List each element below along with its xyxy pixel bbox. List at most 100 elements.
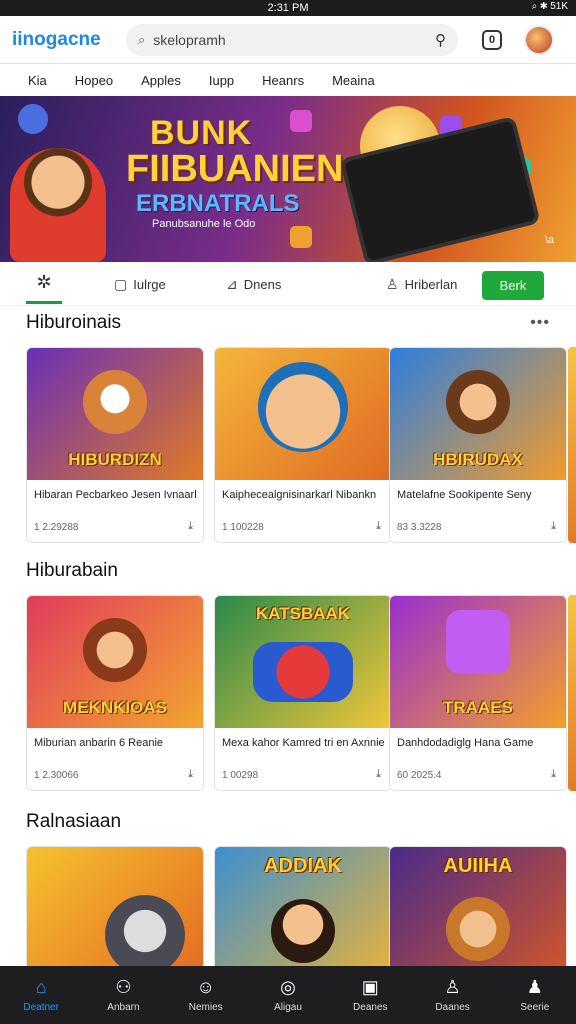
bottom-nav-home[interactable]: ⌂ Deatner (0, 966, 82, 1024)
notification-icon[interactable]: 0 (482, 29, 502, 50)
game-card[interactable]: HIBURDIZN Hibaran Pecbarkeo Jesen Ivnaar… (26, 347, 204, 543)
game-thumbnail: HIBURDIZN (27, 348, 203, 480)
games-icon: ⚇ (115, 977, 132, 997)
game-meta: 1 100228 (222, 522, 264, 533)
thumbnail-title: KATSBAAK (255, 604, 351, 623)
status-icons: ⌕ ✱ 51K (531, 1, 568, 12)
bottom-nav-item[interactable]: ◎ Aligau (247, 966, 329, 1024)
more-options-icon[interactable]: ••• (530, 314, 550, 332)
game-thumbnail: HBIRUDAX (390, 348, 566, 480)
download-icon[interactable]: ⤓ (376, 768, 381, 781)
download-icon[interactable]: ⤓ (376, 520, 381, 533)
hero-banner[interactable]: BUNK FIIBUANIEN ERBNATRALS Panubsanuhe l… (0, 96, 576, 262)
thumbnail-title: HIBURDIZN (68, 450, 162, 469)
banner-page-indicator: \a (544, 234, 554, 246)
search-icon[interactable]: ⚲ (435, 31, 446, 49)
section-title: Hiburabain (26, 560, 118, 581)
top-nav-item[interactable]: Iupp (195, 73, 248, 88)
app-bar: iinogacne ⌕ skelopramh ⚲ 0 (0, 16, 576, 64)
tab-home-icon[interactable]: ✲ (26, 272, 62, 304)
next-card-peek[interactable] (568, 347, 576, 543)
game-thumbnail (27, 847, 203, 975)
game-thumbnail: AUIIHA (390, 847, 566, 975)
profile-icon: ♙ (444, 977, 461, 997)
thumbnail-title: HBIRUDAX (433, 450, 523, 469)
game-card[interactable]: MEKNKIOAS Miburian anbarin 6 Reanie 1 2.… (26, 595, 204, 791)
tab-item[interactable]: ▢ Iulrge (114, 276, 166, 293)
top-nav-item[interactable]: Meaina (318, 73, 389, 88)
bottom-nav: ⌂ Deatner ⚇ Anbarn ☺ Nemies ◎ Aligau ▣ Deanes… (0, 966, 576, 1024)
character-face (83, 618, 147, 682)
search-input[interactable]: skelopramh (153, 32, 225, 48)
game-card[interactable] (26, 846, 204, 976)
character-face (83, 370, 147, 434)
avatar[interactable] (524, 24, 554, 55)
game-meta: 60 2025.4 (397, 770, 442, 781)
download-icon[interactable]: ⤓ (551, 768, 556, 781)
status-time: 2:31 PM (267, 2, 309, 14)
action-button[interactable]: Berk (482, 271, 544, 300)
gamepad-illustration (253, 642, 353, 702)
chat-icon: ▢ (114, 276, 128, 292)
compass-icon: ◎ (280, 977, 296, 997)
game-meta: 1 2.30066 (34, 770, 79, 781)
top-nav-item[interactable]: Hopeo (61, 73, 127, 88)
account-icon: ♟ (526, 977, 543, 997)
bottom-nav-item[interactable]: ♟ Seerie (494, 966, 576, 1024)
search-bar[interactable]: ⌕ skelopramh ⚲ (126, 23, 458, 56)
game-thumbnail: ADDIAK (215, 847, 391, 975)
top-nav-item[interactable]: Heanrs (248, 73, 318, 88)
top-nav: Kia Hopeo Apples Iupp Heanrs Meaina (0, 64, 576, 96)
status-bar: 2:31 PM ⌕ ✱ 51K (0, 0, 576, 16)
game-meta: 83 3.3228 (397, 522, 442, 533)
app-logo[interactable]: iinogacne (12, 29, 112, 51)
friends-icon: ☺ (196, 977, 215, 997)
search-prefix-icon: ⌕ (138, 31, 146, 47)
character-face (105, 895, 185, 975)
game-card[interactable]: ADDIAK (214, 846, 392, 976)
download-icon[interactable]: ⤓ (551, 520, 556, 533)
game-card[interactable]: HBIRUDAX Matelafne Sookipente Seny 83 3.… (389, 347, 567, 543)
user-icon: ♙ (386, 276, 399, 292)
home-icon: ⌂ (35, 977, 47, 997)
tab-item[interactable]: ♙ Hriberlan (386, 276, 457, 293)
game-name: Mexa kahor Kamred tri en Axnnie (222, 737, 385, 749)
gem-decoration (18, 104, 48, 134)
banner-character-boy (10, 148, 106, 262)
game-name: Kaiphecealgnisinarkarl Nibankn (222, 489, 377, 501)
clipboard-icon: ▣ (361, 977, 379, 997)
game-card[interactable]: TRAAES Danhdodadiglg Hana Game 60 2025.4… (389, 595, 567, 791)
game-name: Matelafne Sookipente Seny (397, 489, 532, 501)
thumbnail-title: TRAAES (443, 698, 513, 717)
thumbnail-title: ADDIAK (264, 855, 342, 877)
bottom-nav-item[interactable]: ⚇ Anbarn (82, 966, 164, 1024)
section-title: Hiburoinais (26, 312, 122, 333)
game-meta: 1 00298 (222, 770, 259, 781)
banner-title-3: ERBNATRALS (136, 190, 300, 217)
game-name: Danhdodadiglg Hana Game (397, 737, 534, 749)
bottom-nav-item[interactable]: ♙ Daanes (411, 966, 493, 1024)
top-nav-item[interactable]: Apples (127, 73, 195, 88)
game-name: Hibaran Pecbarkeo Jesen Ivnaarl (34, 489, 197, 501)
banner-subtitle: Panubsanuhe le Odo (152, 218, 256, 230)
thumbnail-title: AUIIHA (443, 855, 513, 877)
category-tabs: ✲ ▢ Iulrge ⊿ Dnens ♙ Hriberlan Berk (0, 262, 576, 306)
character-face (446, 897, 510, 961)
download-icon[interactable]: ⤓ (188, 520, 193, 533)
game-card[interactable]: KATSBAAK Mexa kahor Kamred tri en Axnnie… (214, 595, 392, 791)
game-thumbnail: KATSBAAK (215, 596, 391, 728)
game-thumbnail: MEKNKIOAS (27, 596, 203, 728)
gem-decoration (290, 226, 312, 248)
top-nav-item[interactable]: Kia (0, 73, 61, 88)
section-title: Ralnasiaan (26, 811, 122, 832)
next-card-peek[interactable] (568, 595, 576, 791)
game-card[interactable]: Kaiphecealgnisinarkarl Nibankn 1 100228 … (214, 347, 392, 543)
character-face (271, 899, 335, 963)
bottom-nav-item[interactable]: ▣ Deanes (329, 966, 411, 1024)
game-card[interactable]: AUIIHA (389, 846, 567, 976)
character-face (258, 362, 348, 452)
game-meta: 1 2.29288 (34, 522, 79, 533)
download-icon[interactable]: ⤓ (188, 768, 193, 781)
bottom-nav-item[interactable]: ☺ Nemies (165, 966, 247, 1024)
tab-item[interactable]: ⊿ Dnens (226, 276, 281, 293)
